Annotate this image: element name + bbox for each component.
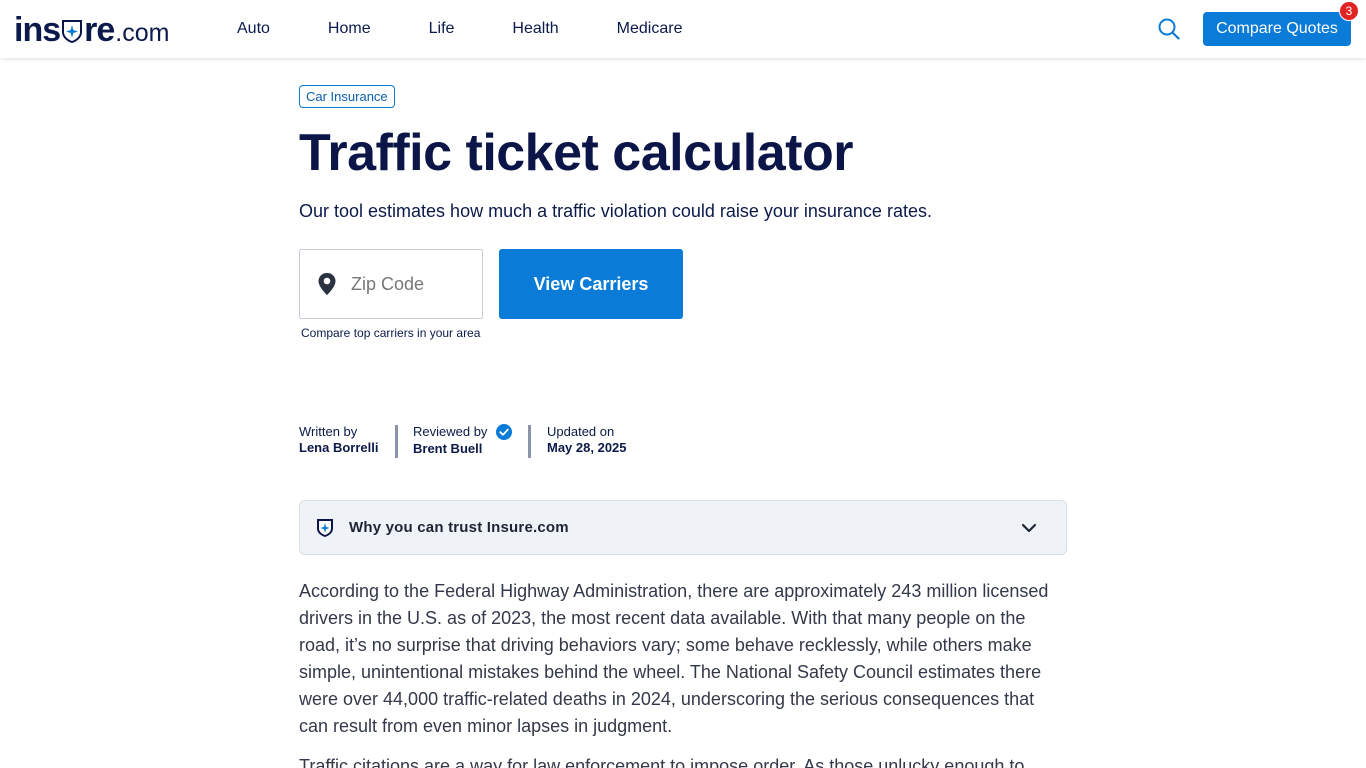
search-icon[interactable] — [1158, 18, 1180, 40]
updated-date: May 28, 2025 — [547, 440, 627, 455]
logo-text-right: re — [84, 11, 115, 49]
shield-logo-icon — [62, 20, 83, 43]
byline-updated: Updated on May 28, 2025 — [547, 424, 627, 456]
trust-label: Why you can trust Insure.com — [349, 519, 569, 536]
site-logo[interactable]: ins re .com — [14, 12, 169, 48]
page-title: Traffic ticket calculator — [299, 124, 853, 182]
byline-divider — [395, 425, 398, 458]
compare-quotes-button[interactable]: Compare Quotes — [1203, 12, 1351, 46]
nav-item-life[interactable]: Life — [429, 20, 455, 38]
nav-item-auto[interactable]: Auto — [237, 20, 270, 38]
byline-written: Written by Lena Borrelli — [299, 424, 378, 456]
byline-reviewed: Reviewed by Brent Buell — [413, 424, 487, 457]
byline-divider — [528, 425, 531, 458]
updated-on-label: Updated on — [547, 424, 615, 439]
logo-text-left: ins — [14, 11, 61, 49]
nav-item-home[interactable]: Home — [328, 20, 371, 38]
author-name[interactable]: Lena Borrelli — [299, 440, 378, 456]
category-tag[interactable]: Car Insurance — [299, 85, 395, 108]
verified-check-icon — [496, 424, 512, 440]
reviewer-name[interactable]: Brent Buell — [413, 441, 487, 457]
page-subtitle: Our tool estimates how much a traffic vi… — [299, 201, 932, 221]
logo-tld: .com — [115, 19, 170, 47]
reviewed-by-label: Reviewed by — [413, 424, 488, 439]
article-paragraph: According to the Federal Highway Adminis… — [299, 581, 1049, 736]
nav-item-health[interactable]: Health — [512, 20, 558, 38]
site-header: ins re .com Auto Home Life Health Medica… — [0, 0, 1366, 58]
trust-accordion[interactable]: Why you can trust Insure.com — [299, 500, 1067, 555]
zip-code-field[interactable] — [299, 249, 483, 319]
written-by-label: Written by — [299, 424, 358, 439]
location-pin-icon — [318, 273, 336, 295]
nav-item-medicare[interactable]: Medicare — [617, 20, 683, 38]
shield-logo-icon — [317, 518, 333, 537]
chevron-down-icon[interactable] — [1020, 521, 1038, 535]
main-nav: Auto Home Life Health Medicare — [237, 0, 740, 58]
view-carriers-button[interactable]: View Carriers — [499, 249, 683, 319]
zip-help-text: Compare top carriers in your area — [301, 326, 481, 340]
compare-quotes-badge: 3 — [1339, 1, 1359, 21]
zip-code-input[interactable] — [351, 273, 471, 295]
article-paragraph: Traffic citations are a way for law enfo… — [299, 756, 1025, 768]
